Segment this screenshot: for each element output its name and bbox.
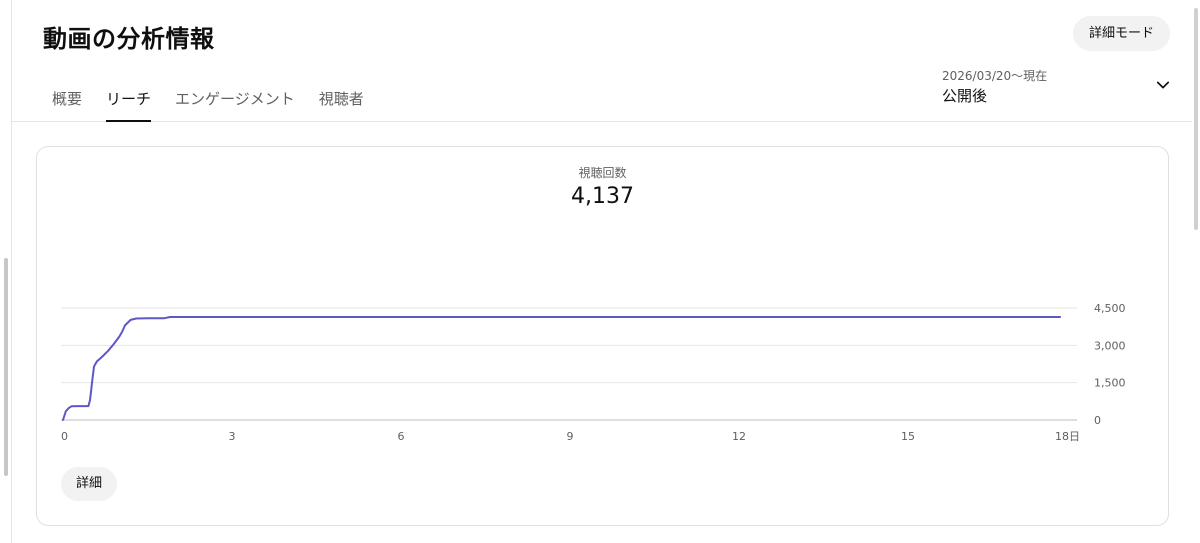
x-tick-label: 6 [398,430,405,443]
metric-label: 視聴回数 [578,166,627,180]
x-tick-label: 9 [567,430,574,443]
details-button[interactable]: 詳細 [61,467,118,501]
tab-audience[interactable]: 視聴者 [307,76,376,122]
detail-mode-button[interactable]: 詳細モード [1072,16,1170,51]
y-tick-label: 4,500 [1094,302,1126,315]
x-tick-label: 3 [229,430,236,443]
page-title: 動画の分析情報 [43,25,215,53]
x-tick-label: 12 [732,430,746,443]
date-range-selector[interactable]: 2026/03/20〜現在 公開後 [942,62,1174,108]
left-scrollbar-thumb[interactable] [4,258,8,476]
x-tick-label: 15 [901,430,915,443]
date-range-text: 2026/03/20〜現在 [942,69,1048,83]
page-header: 動画の分析情報 詳細モード 概要 リーチ エンゲージメント 視聴者 2026/0… [12,0,1192,122]
y-tick-label: 3,000 [1094,339,1126,352]
date-range-selected: 公開後 [942,87,988,105]
x-tick-label: 18日 [1055,430,1080,443]
tab-bar: 概要 リーチ エンゲージメント 視聴者 [40,76,376,122]
y-tick-label: 0 [1094,414,1101,427]
left-scrollbar[interactable] [0,0,12,543]
chevron-down-icon[interactable] [1154,76,1172,94]
x-tick-label: 0 [61,430,68,443]
tab-reach[interactable]: リーチ [94,76,163,122]
views-series-line [62,316,1062,421]
right-scrollbar[interactable] [1192,0,1200,543]
tab-engagement[interactable]: エンゲージメント [163,76,307,122]
tab-overview[interactable]: 概要 [40,76,94,122]
y-tick-label: 1,500 [1094,377,1126,390]
views-chart-card: 0 1,500 3,000 4,500 0 3 6 9 12 15 18日 視聴回数 4,137 詳… [36,146,1169,526]
metric-value: 4,137 [571,184,634,209]
right-scrollbar-thumb[interactable] [1194,8,1198,230]
